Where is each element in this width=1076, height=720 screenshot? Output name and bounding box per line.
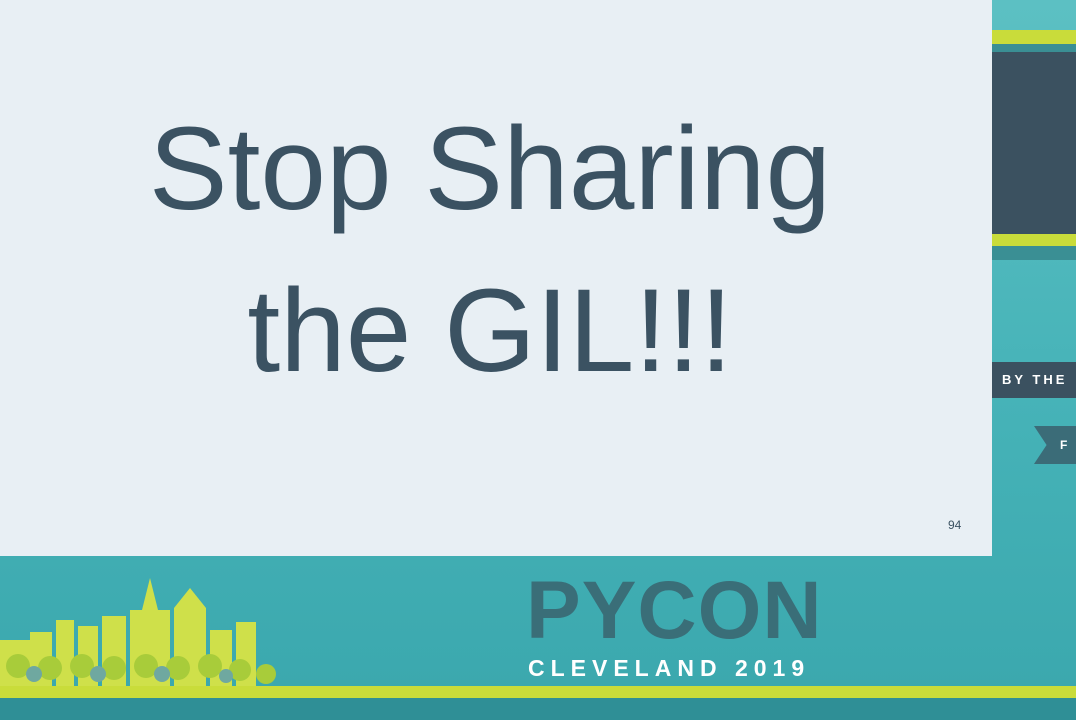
city-skyline-graphic	[0, 578, 276, 690]
pycon-event-text: CLEVELAND 2019	[528, 655, 811, 681]
banner-panel	[992, 52, 1076, 234]
footer-stripe-lime	[0, 686, 1076, 698]
banner-ribbon: F	[1034, 426, 1076, 464]
presentation-viewer: BY THE F Stop Sharing the GIL!!! 94 PYCO…	[0, 0, 1076, 720]
slide: Stop Sharing the GIL!!! 94	[0, 0, 992, 556]
banner-stripe-lime-lower	[992, 234, 1076, 246]
banner-stripe-teal-lower	[992, 246, 1076, 260]
banner-tag: BY THE	[992, 362, 1076, 398]
footer-stripe-teal	[0, 698, 1076, 720]
banner-stripe-teal	[992, 44, 1076, 52]
slide-title: Stop Sharing the GIL!!!	[0, 88, 980, 412]
pycon-logo-text: PYCON	[526, 565, 823, 656]
banner-stripe-lime	[992, 30, 1076, 44]
slide-title-line-2: the GIL!!!	[247, 265, 733, 397]
slide-number: 94	[948, 518, 962, 532]
slide-title-line-1: Stop Sharing	[148, 103, 832, 235]
